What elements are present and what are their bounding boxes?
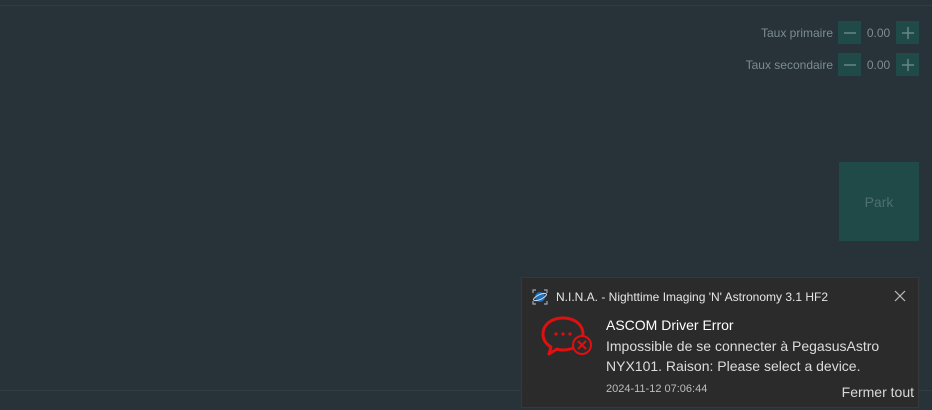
primary-rate-decrement-button[interactable] [838, 21, 861, 44]
error-notification[interactable]: N.I.N.A. - Nighttime Imaging 'N' Astrono… [521, 277, 919, 408]
close-all-button[interactable]: Fermer tout [842, 384, 914, 400]
notification-title: ASCOM Driver Error [606, 317, 734, 333]
plus-icon [901, 26, 914, 39]
top-divider [0, 5, 932, 6]
notification-app-name: N.I.N.A. - Nighttime Imaging 'N' Astrono… [556, 290, 829, 304]
primary-rate-value[interactable]: 0.00 [861, 26, 896, 40]
primary-rate-increment-button[interactable] [896, 21, 919, 44]
close-icon[interactable] [894, 290, 906, 302]
minus-icon [843, 63, 856, 66]
secondary-rate-control: Taux secondaire 0.00 [746, 53, 919, 76]
primary-rate-label: Taux primaire [760, 25, 833, 40]
telescope-panel: Taux primaire 0.00 Taux secondaire 0.00 [0, 0, 932, 410]
notification-header: N.I.N.A. - Nighttime Imaging 'N' Astrono… [531, 288, 828, 306]
park-button[interactable]: Park [839, 162, 919, 241]
secondary-rate-decrement-button[interactable] [838, 53, 861, 76]
primary-rate-control: Taux primaire 0.00 [761, 21, 919, 44]
plus-icon [901, 58, 914, 71]
secondary-rate-increment-button[interactable] [896, 53, 919, 76]
notification-timestamp: 2024-11-12 07:06:44 [606, 383, 708, 395]
notification-message: Impossible de se connecter à PegasusAstr… [606, 338, 880, 374]
error-chat-icon [541, 316, 592, 356]
secondary-rate-value[interactable]: 0.00 [861, 58, 896, 72]
minus-icon [843, 31, 856, 34]
secondary-rate-label: Taux secondaire [745, 57, 833, 72]
nina-app-icon [532, 289, 548, 305]
